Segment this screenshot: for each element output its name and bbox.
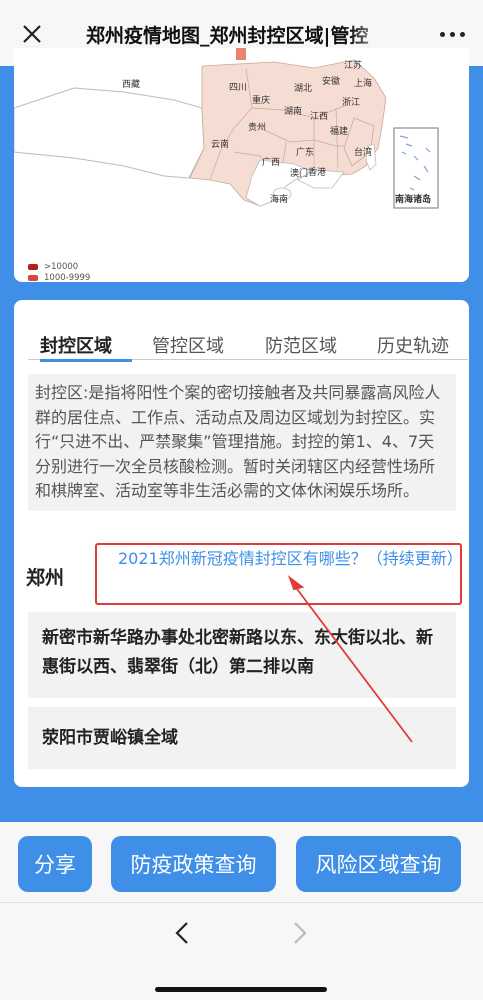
home-indicator (155, 987, 327, 992)
legend-label: >10000 (44, 262, 79, 273)
tab-history-track[interactable]: 历史轨迹 (377, 332, 449, 358)
back-arrow-icon[interactable] (172, 919, 192, 947)
page-title: 郑州疫情地图_郑州封控区域|管控 (86, 25, 369, 47)
legend-swatch (28, 264, 38, 271)
area-item: 荥阳市贾峪镇全域 (28, 707, 456, 769)
forward-arrow-icon[interactable] (290, 919, 310, 947)
map-label: 广东 (296, 148, 315, 158)
map-label: 湖北 (294, 84, 313, 94)
map-label: 云南 (211, 140, 230, 150)
map-label: 四川 (229, 83, 248, 93)
map-label: 台湾 (354, 148, 373, 158)
map-label: 安徽 (322, 77, 341, 87)
action-bar: 分享 防疫政策查询 风险区域查询 (0, 822, 483, 902)
map-label: 海南 (270, 195, 289, 205)
map-label: 江苏 (344, 61, 363, 71)
map-label: 澳门 (290, 169, 309, 179)
active-tab-indicator (40, 359, 132, 362)
tab-lockdown-area[interactable]: 封控区域 (40, 332, 112, 358)
map-label: 福建 (330, 127, 349, 137)
browser-nav-bar (0, 902, 483, 1000)
map-label: 南海诸岛 (395, 195, 432, 205)
map-legend: >10000 1000-9999 100-999 10-99 1-9 0 (28, 262, 90, 282)
tab-control-area[interactable]: 管控区域 (152, 332, 224, 358)
risk-area-query-button[interactable]: 风险区域查询 (296, 836, 461, 892)
close-icon[interactable] (20, 22, 44, 46)
map-label: 贵州 (248, 123, 267, 133)
map-label: 上海 (354, 79, 373, 89)
content-card: 封控区域 管控区域 防范区域 历史轨迹 封控区:是指将阳性个案的密切接触者及共同… (14, 300, 469, 787)
share-button[interactable]: 分享 (18, 836, 92, 892)
map-label: 西藏 (122, 80, 141, 90)
legend-label: 1000-9999 (44, 272, 91, 282)
map-label: 广西 (262, 158, 281, 168)
map-label: 江西 (310, 112, 329, 122)
map-label: 湖南 (284, 107, 303, 117)
highlight-box (95, 543, 462, 605)
map-label: 香港 (308, 168, 327, 178)
more-dots-icon[interactable] (440, 32, 465, 37)
lockdown-description: 封控区:是指将阳性个案的密切接触者及共同暴露高风险人群的居住点、工作点、活动点及… (28, 374, 456, 511)
city-name: 郑州 (26, 567, 65, 589)
epidemic-map[interactable]: 西藏 四川 重庆 湖北 安徽 上海 浙江 湖南 江西 福建 贵州 云南 广东 广… (14, 48, 469, 282)
map-label: 浙江 (342, 98, 361, 108)
map-label: 重庆 (252, 96, 271, 106)
legend-swatch (28, 274, 38, 281)
tab-prevention-area[interactable]: 防范区域 (265, 332, 337, 358)
area-item: 新密市新华路办事处北密新路以东、东大街以北、新惠街以西、翡翠街（北）第二排以南 (28, 612, 456, 698)
tab-bar: 封控区域 管控区域 防范区域 历史轨迹 (28, 314, 468, 360)
policy-query-button[interactable]: 防疫政策查询 (111, 836, 276, 892)
